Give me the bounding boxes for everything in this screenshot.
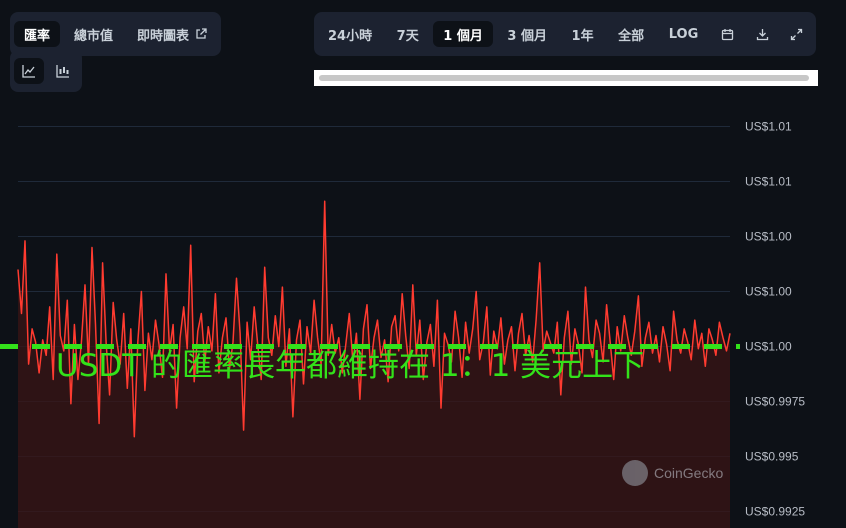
- range-7d[interactable]: 7天: [387, 21, 429, 47]
- fullscreen-button[interactable]: [782, 21, 812, 47]
- y-tick-label: US$1.01: [745, 175, 792, 189]
- download-icon: [756, 28, 769, 40]
- tab-live-chart[interactable]: 即時圖表: [127, 21, 217, 47]
- range-1y[interactable]: 1年: [562, 21, 604, 47]
- line-chart-icon: [22, 65, 35, 78]
- chart-type-toggle: [10, 50, 82, 92]
- log-scale-toggle[interactable]: LOG: [659, 21, 709, 47]
- y-tick-label: US$0.995: [745, 450, 799, 464]
- overlay-caption: USDT 的匯率長年都維持在 1：1 美元上下: [56, 348, 645, 384]
- range-24h[interactable]: 24小時: [318, 21, 382, 47]
- y-tick-label: US$0.9925: [745, 505, 805, 519]
- download-button[interactable]: [747, 21, 777, 47]
- candlestick-chart-icon: [56, 65, 69, 78]
- y-tick-label: US$0.9975: [745, 395, 805, 409]
- y-tick-label: US$1.00: [745, 230, 792, 244]
- y-tick-label: US$1.01: [745, 120, 792, 134]
- calendar-icon: [722, 28, 734, 40]
- range-1m[interactable]: 1 個月: [433, 21, 493, 47]
- tab-exchange-rate[interactable]: 匯率: [14, 21, 61, 47]
- date-picker-button[interactable]: [713, 21, 743, 47]
- watermark-text: CoinGecko: [654, 465, 724, 481]
- expand-icon: [791, 28, 803, 40]
- range-navigator[interactable]: [314, 70, 818, 86]
- tab-market-cap[interactable]: 總市值: [64, 21, 123, 47]
- coingecko-logo-icon: [622, 460, 648, 486]
- y-tick-label: US$1.00: [745, 340, 792, 354]
- y-axis-tick-labels: US$1.01 US$1.01 US$1.00 US$1.00 US$1.00 US$0.…: [745, 120, 805, 519]
- range-all[interactable]: 全部: [608, 21, 654, 47]
- time-range-tabs: 24小時 7天 1 個月 3 個月 1年 全部 LOG: [314, 12, 816, 56]
- external-link-icon: [196, 28, 207, 39]
- range-navigator-thumb[interactable]: [319, 75, 809, 81]
- range-3m[interactable]: 3 個月: [497, 21, 557, 47]
- line-chart-button[interactable]: [14, 58, 44, 84]
- candlestick-chart-button[interactable]: [48, 58, 78, 84]
- coingecko-watermark: CoinGecko: [622, 460, 723, 486]
- y-tick-label: US$1.00: [745, 285, 792, 299]
